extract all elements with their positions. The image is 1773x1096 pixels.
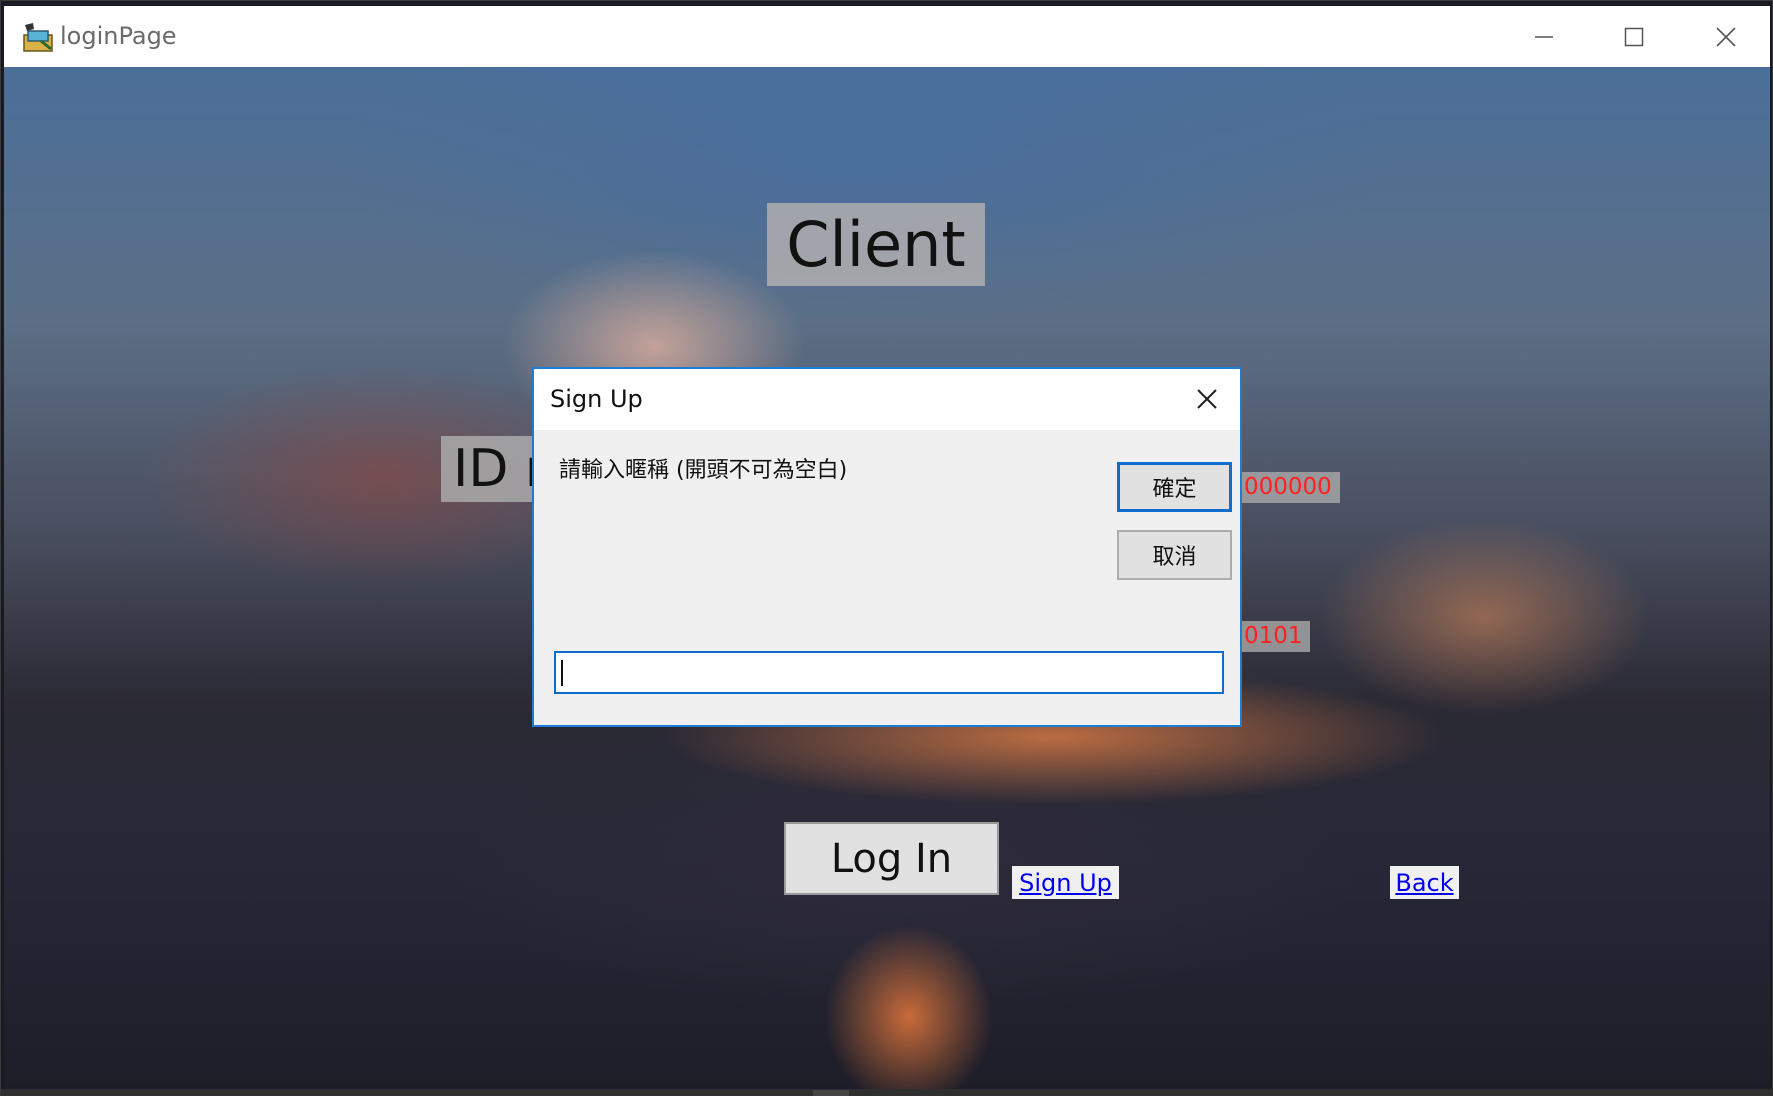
close-button[interactable] [1680,6,1772,67]
minimize-button[interactable] [1498,6,1590,67]
page-title: Client [767,203,985,286]
password-value-text: 0101 [1240,621,1310,652]
back-link[interactable]: Back [1390,866,1459,899]
id-value-text: 000000 [1240,472,1340,503]
nickname-input[interactable] [554,651,1224,694]
window-title: loginPage [60,22,177,50]
cancel-button[interactable]: 取消 [1117,530,1232,580]
minimize-icon [1535,35,1553,38]
dialog-prompt: 請輸入暱稱 (開頭不可為空白) [559,458,848,483]
window-titlebar[interactable]: loginPage [4,6,1770,67]
login-button[interactable]: Log In [784,822,999,895]
dialog-titlebar[interactable]: Sign Up [534,369,1240,430]
bottom-strip [1,1089,1773,1096]
dialog-close-button[interactable] [1189,382,1225,416]
login-window: loginPage Client ID r 000000 0101 Log In… [0,0,1773,1096]
app-icon [23,23,53,52]
text-caret [561,660,563,686]
maximize-icon [1624,27,1644,46]
bottom-strip-segment [813,1090,849,1096]
close-icon [1716,26,1736,47]
ok-button[interactable]: 確定 [1117,462,1232,512]
close-icon [1197,389,1217,409]
dialog-title: Sign Up [550,385,643,413]
id-label: ID r [441,436,541,502]
signup-dialog: Sign Up 請輸入暱稱 (開頭不可為空白) 確定 取消 [532,367,1242,727]
signup-link[interactable]: Sign Up [1012,866,1119,899]
maximize-button[interactable] [1588,6,1680,67]
